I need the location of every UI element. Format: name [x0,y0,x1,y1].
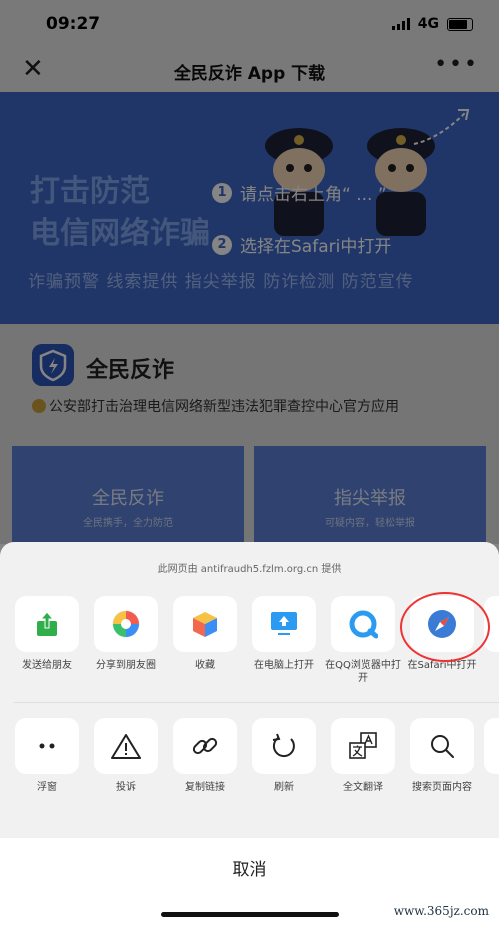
tile-label: 收藏 [195,660,215,671]
refresh-button[interactable]: 刷新 [245,718,323,794]
tile-label: 刷新 [274,782,294,793]
favorite-button[interactable]: 收藏 [166,596,244,672]
complain-button[interactable]: 投诉 [87,718,165,794]
open-in-qq-browser-button[interactable]: 在QQ浏览器中打开 [324,596,402,685]
float-window-button[interactable]: 浮窗 [8,718,86,794]
share-to-friend-icon [37,611,57,636]
share-to-friend-button[interactable]: 发送给朋友 [8,596,86,672]
tile-label: 浮窗 [37,782,57,793]
translate-button[interactable]: 全文翻译 [324,718,402,794]
qq-browser-icon [349,610,378,639]
moments-button[interactable]: 分享到朋友圈 [87,596,165,672]
action-row: 浮窗 投诉 复制链接 刷新 全文翻译 搜索页面内容 [0,718,499,828]
translate-icon [349,732,377,759]
warning-icon [111,734,141,759]
more-action-button-partial[interactable] [484,718,499,774]
tile-label: 复制链接 [185,782,225,793]
provider-text: 此网页由 antifraudh5.fzlm.org.cn 提供 [157,564,342,575]
float-window-icon [39,743,55,749]
tile-label: 投诉 [116,782,136,793]
search-icon [431,735,454,758]
moments-icon [112,610,140,638]
open-on-computer-button[interactable]: 在电脑上打开 [245,596,323,672]
favorite-cube-icon [193,612,217,637]
tile-label: 发送给朋友 [22,660,72,671]
copy-link-button[interactable]: 复制链接 [166,718,244,794]
computer-icon [271,612,297,635]
home-indicator[interactable] [161,912,339,917]
highlight-circle [400,592,490,662]
tile-label: 分享到朋友圈 [96,660,156,671]
tile-label: 在QQ浏览器中打开 [325,660,401,684]
watermark: www.365jz.com [393,904,489,918]
tile-label: 全文翻译 [343,782,383,793]
search-page-button[interactable]: 搜索页面内容 [403,718,481,794]
tile-label: 在电脑上打开 [254,660,314,671]
cancel-button[interactable]: 取消 [0,855,499,880]
cancel-area: 取消 www.365jz.com [0,838,499,928]
divider [14,702,499,703]
link-icon [192,737,218,755]
refresh-icon [272,733,295,758]
tile-label: 搜索页面内容 [412,782,472,793]
